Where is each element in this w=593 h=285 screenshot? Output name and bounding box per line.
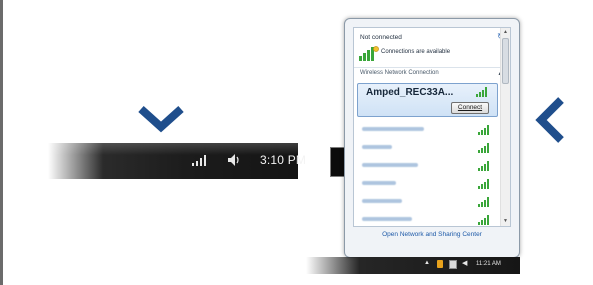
left-border [0, 0, 3, 285]
wifi-signal-icon [359, 46, 379, 61]
network-list-panel: Not connected ↻ Connections are availabl… [353, 27, 511, 227]
network-list-item[interactable] [354, 139, 500, 157]
signal-strength-icon [478, 179, 489, 189]
blurred-network-name [362, 217, 412, 221]
signal-strength-icon [478, 197, 489, 207]
chevron-down-icon [138, 106, 184, 133]
signal-strength-icon [478, 125, 489, 135]
scroll-up-arrow-icon[interactable]: ▲ [503, 29, 508, 35]
show-desktop-button[interactable] [330, 147, 344, 177]
blurred-network-name [362, 127, 424, 131]
connect-button[interactable]: Connect [451, 102, 489, 114]
blurred-network-name [362, 163, 418, 167]
open-network-sharing-center-link[interactable]: Open Network and Sharing Center [345, 231, 519, 238]
taskbar-clock-small[interactable]: 11:21 AM [476, 261, 501, 267]
blurred-network-name [362, 181, 396, 185]
blurred-network-name [362, 145, 392, 149]
section-header[interactable]: Wireless Network Connection ▴ [354, 67, 510, 81]
selected-network[interactable]: Amped_REC33A... Connect [357, 83, 498, 117]
network-list-item[interactable] [354, 211, 500, 226]
signal-strength-icon [478, 215, 489, 225]
scrollbar-thumb[interactable] [502, 38, 509, 84]
network-list-item[interactable] [354, 121, 500, 139]
signal-strength-icon [476, 87, 487, 97]
network-list-item[interactable] [354, 193, 500, 211]
wifi-signal-icon[interactable] [192, 154, 208, 166]
blurred-network-name [362, 199, 402, 203]
scrollbar[interactable]: ▲ ▼ [500, 28, 510, 226]
network-list-item[interactable] [354, 157, 500, 175]
wireless-networks-flyout: Not connected ↻ Connections are availabl… [344, 18, 520, 258]
signal-strength-icon [478, 161, 489, 171]
section-label: Wireless Network Connection [360, 70, 439, 76]
taskbar-notification-area: 3:10 PM [48, 143, 344, 179]
show-hidden-icons-icon[interactable]: ▲ [424, 260, 430, 266]
network-icon[interactable] [449, 260, 457, 269]
network-name: Amped_REC33A... [366, 87, 454, 98]
connections-available-text: Connections are available [381, 49, 451, 55]
taskbar-notification-area-small: ▲ ◀ 11:21 AM [306, 257, 520, 274]
scroll-down-arrow-icon[interactable]: ▼ [503, 218, 508, 224]
chevron-left-icon [535, 97, 564, 143]
action-center-flag-icon[interactable] [437, 260, 443, 268]
signal-strength-icon [478, 143, 489, 153]
connection-status: Not connected [360, 34, 402, 41]
network-list-item[interactable] [354, 175, 500, 193]
volume-icon[interactable]: ◀ [462, 259, 467, 267]
taskbar-clock[interactable]: 3:10 PM [260, 153, 306, 167]
speaker-icon[interactable] [226, 152, 242, 168]
